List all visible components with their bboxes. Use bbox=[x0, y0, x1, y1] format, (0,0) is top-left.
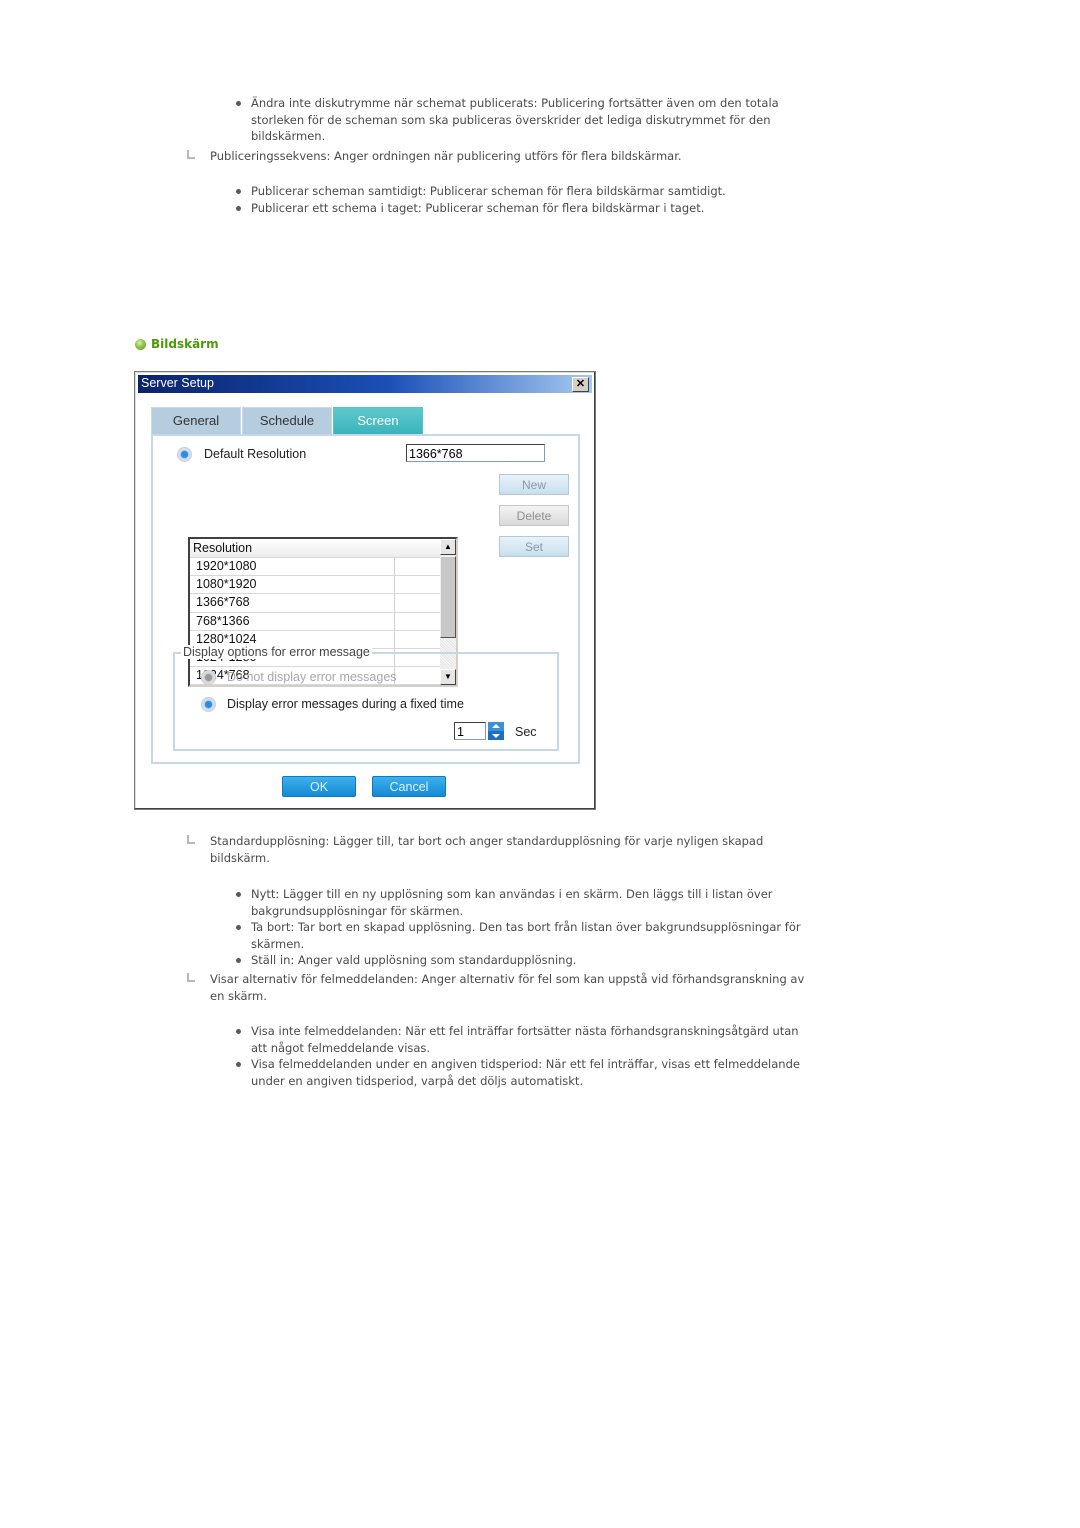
bullet-icon bbox=[236, 892, 241, 897]
list-item: Nytt: Lägger till en ny upplösning som k… bbox=[234, 886, 814, 919]
section-title: Bildskärm bbox=[151, 337, 219, 351]
green-ball-icon bbox=[135, 338, 146, 350]
default-resolution-radio[interactable] bbox=[177, 447, 192, 462]
bullet-icon bbox=[236, 189, 241, 194]
bullet-icon bbox=[236, 925, 241, 930]
table-row[interactable]: 1080*1920 bbox=[190, 576, 456, 595]
list-item: Publicerar scheman samtidigt: Publicerar… bbox=[234, 183, 814, 200]
bullet-icon bbox=[236, 205, 241, 211]
table-row[interactable]: 1366*768 bbox=[190, 594, 456, 613]
table-row[interactable]: 1920*1080 bbox=[190, 558, 456, 577]
note-corner-icon bbox=[186, 150, 196, 160]
delete-button[interactable]: Delete bbox=[499, 505, 569, 526]
scroll-thumb[interactable] bbox=[440, 556, 456, 638]
top-bullet-list-1: Ändra inte diskutrymme när schemat publi… bbox=[234, 95, 814, 145]
display-fixed-time-radio[interactable] bbox=[201, 697, 216, 712]
list-item: Ändra inte diskutrymme när schemat publi… bbox=[234, 95, 814, 145]
new-button[interactable]: New bbox=[499, 474, 569, 495]
bullet-icon bbox=[236, 1029, 241, 1034]
set-button[interactable]: Set bbox=[499, 536, 569, 557]
note-default-resolution: Standardupplösning: Lägger till, tar bor… bbox=[186, 833, 816, 866]
default-resolution-label: Default Resolution bbox=[204, 447, 307, 461]
scroll-up-icon[interactable]: ▲ bbox=[440, 539, 456, 555]
note-publishing-sequence: Publiceringssekvens: Anger ordningen när… bbox=[186, 148, 816, 165]
tab-schedule[interactable]: Schedule bbox=[242, 407, 332, 435]
note-corner-icon bbox=[186, 973, 196, 983]
seconds-input[interactable]: 1 bbox=[454, 722, 486, 740]
seconds-unit-label: Sec bbox=[515, 725, 537, 739]
bullet-icon bbox=[236, 958, 241, 963]
list-item: Publicerar ett schema i taget: Publicera… bbox=[234, 200, 814, 217]
bottom-bullet-list-2: Visa inte felmeddelanden: När ett fel in… bbox=[234, 1023, 814, 1089]
note-corner-icon bbox=[186, 835, 196, 845]
list-item: Visa felmeddelanden under en angiven tid… bbox=[234, 1056, 814, 1089]
top-bullet-list-2: Publicerar scheman samtidigt: Publicerar… bbox=[234, 183, 814, 216]
cancel-button[interactable]: Cancel bbox=[372, 776, 446, 797]
bottom-bullet-list-1: Nytt: Lägger till en ny upplösning som k… bbox=[234, 886, 814, 969]
tab-general[interactable]: General bbox=[151, 407, 241, 435]
ok-button[interactable]: OK bbox=[282, 776, 356, 797]
section-header: Bildskärm bbox=[135, 337, 219, 351]
screen-tab-panel: Default Resolution 1366*768 Resolution 1… bbox=[151, 434, 580, 764]
tab-bar: General Schedule Screen bbox=[151, 407, 424, 435]
display-fixed-time-label: Display error messages during a fixed ti… bbox=[227, 697, 464, 711]
bullet-icon bbox=[236, 1062, 241, 1067]
tab-screen[interactable]: Screen bbox=[333, 407, 423, 435]
table-row[interactable]: 768*1366 bbox=[190, 612, 456, 631]
error-options-group: Display options for error message Do not… bbox=[173, 645, 559, 751]
dialog-title: Server Setup bbox=[141, 376, 214, 390]
dialog-titlebar[interactable]: Server Setup ✕ bbox=[138, 375, 592, 393]
default-resolution-field[interactable]: 1366*768 bbox=[406, 444, 545, 462]
list-item: Ställ in: Anger vald upplösning som stan… bbox=[234, 952, 814, 969]
seconds-spinner-icon[interactable] bbox=[488, 722, 504, 740]
list-item: Visa inte felmeddelanden: När ett fel in… bbox=[234, 1023, 814, 1056]
group-legend: Display options for error message bbox=[181, 645, 372, 659]
close-icon[interactable]: ✕ bbox=[572, 377, 589, 392]
server-setup-dialog: Server Setup ✕ General Schedule Screen D… bbox=[134, 371, 596, 810]
do-not-display-label: Do not display error messages bbox=[227, 670, 397, 684]
bullet-icon bbox=[236, 101, 241, 106]
do-not-display-radio[interactable] bbox=[201, 670, 216, 685]
note-error-options: Visar alternativ för felmeddelanden: Ang… bbox=[186, 971, 816, 1004]
list-item: Ta bort: Tar bort en skapad upplösning. … bbox=[234, 919, 814, 952]
resolution-column-header[interactable]: Resolution bbox=[190, 539, 456, 558]
